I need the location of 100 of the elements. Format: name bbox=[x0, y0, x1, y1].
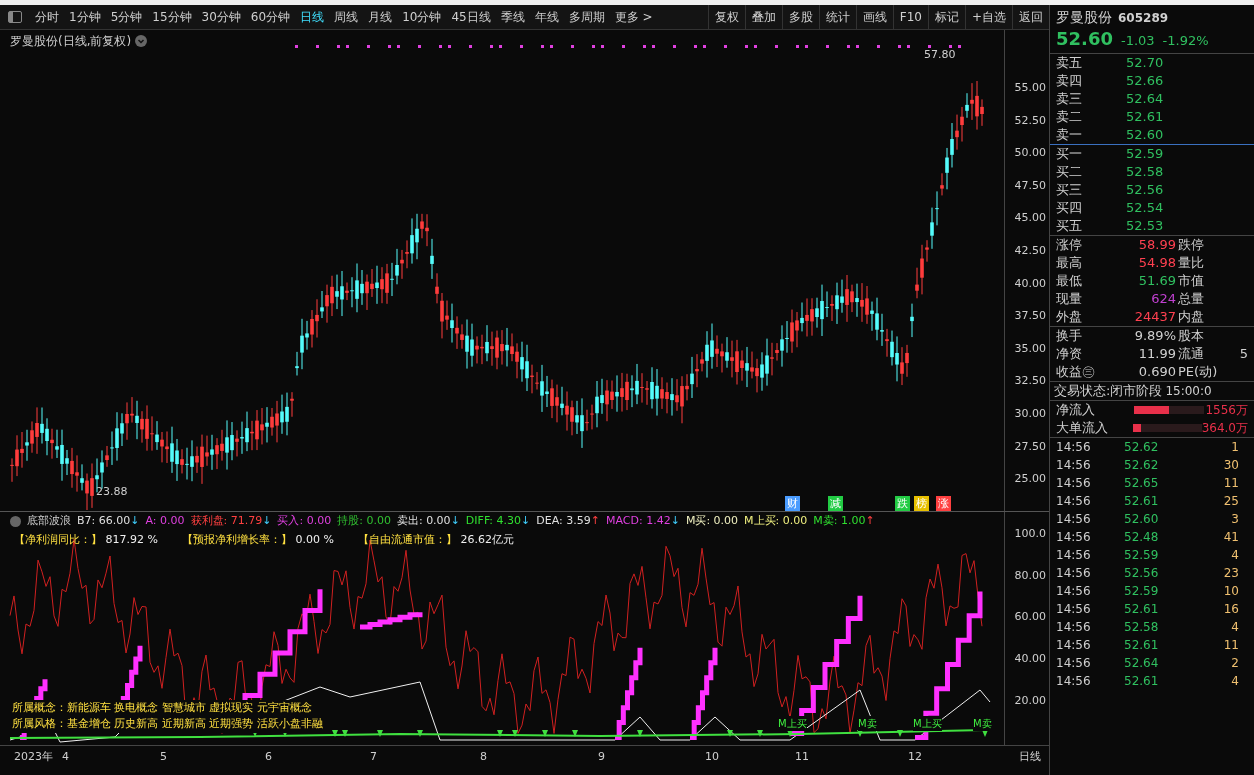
trade-time: 14:56 bbox=[1056, 601, 1092, 618]
trade-volume: 1 bbox=[1230, 439, 1239, 456]
period-tab[interactable]: 季线 bbox=[495, 8, 530, 26]
price-axis-label: 45.00 bbox=[1014, 210, 1046, 226]
indicator-axis-label: 60.00 bbox=[1014, 609, 1046, 625]
toolbar-button[interactable]: 标记 bbox=[927, 4, 965, 30]
trade-price: 52.61 bbox=[1124, 637, 1160, 654]
trade-time: 14:56 bbox=[1056, 475, 1092, 492]
order-price: 52.53 bbox=[1126, 217, 1164, 235]
flow-value: 1556万 bbox=[1205, 402, 1248, 419]
trade-price: 52.64 bbox=[1124, 655, 1160, 672]
price-axis-label: 50.00 bbox=[1014, 145, 1046, 161]
date-axis-label: 2023年 bbox=[14, 749, 53, 765]
trade-price: 52.62 bbox=[1124, 439, 1160, 456]
stat-label: 现量 bbox=[1056, 290, 1083, 308]
period-tab[interactable]: 10分钟 bbox=[397, 8, 447, 26]
trade-time: 14:56 bbox=[1056, 655, 1092, 672]
signal-label: M卖 bbox=[858, 716, 877, 731]
trade-price: 52.56 bbox=[1124, 565, 1160, 582]
status-label: 交易状态: bbox=[1054, 382, 1111, 400]
trade-volume: 4 bbox=[1230, 547, 1239, 564]
trade-volume: 41 bbox=[1222, 529, 1239, 546]
order-level: 卖四 bbox=[1056, 72, 1083, 90]
period-tab[interactable]: 分时 bbox=[30, 8, 64, 26]
status-value: 闭市阶段 bbox=[1110, 382, 1163, 400]
concept-tags: 所属概念：新能源车 换电概念 智慧城市 虚拟现实 元宇宙概念 bbox=[12, 700, 312, 717]
panel-toggle-icon[interactable] bbox=[8, 11, 22, 23]
indicator-value: B7: 66.00↓ bbox=[77, 513, 140, 529]
price-change: -1.03 bbox=[1120, 32, 1155, 50]
order-level: 卖五 bbox=[1056, 54, 1083, 72]
stat-value: 5 bbox=[1239, 345, 1248, 363]
date-axis-label: 11 bbox=[795, 749, 809, 765]
trade-volume: 25 bbox=[1222, 493, 1239, 510]
toolbar-button[interactable]: 画线 bbox=[855, 4, 893, 30]
stat-value: 54.98 bbox=[1137, 254, 1176, 272]
toolbar-button[interactable]: F10 bbox=[892, 4, 928, 30]
down-arrow-icon bbox=[727, 730, 733, 737]
period-tab[interactable]: 多周期 bbox=[563, 8, 610, 26]
price-axis-label: 30.00 bbox=[1014, 406, 1046, 422]
price-axis-label: 47.50 bbox=[1014, 178, 1046, 194]
stat-label: 净资 bbox=[1056, 345, 1083, 363]
last-price: 52.60 bbox=[1056, 27, 1113, 51]
indicator-axis-label: 40.00 bbox=[1014, 651, 1046, 667]
stat-label: 最高 bbox=[1056, 254, 1083, 272]
order-level: 买三 bbox=[1056, 181, 1083, 199]
period-tab[interactable]: 45日线 bbox=[446, 8, 496, 26]
trade-time: 14:56 bbox=[1056, 511, 1092, 528]
chevron-icon[interactable] bbox=[135, 35, 148, 47]
toolbar-button[interactable]: +自选 bbox=[964, 4, 1012, 30]
order-level: 买四 bbox=[1056, 199, 1083, 217]
indicator-name: 底部波浪 bbox=[27, 513, 71, 529]
indicator-value: DEA: 3.59↑ bbox=[536, 513, 600, 529]
toolbar-button[interactable]: 多股 bbox=[781, 4, 819, 30]
percent-change: -1.92% bbox=[1162, 32, 1209, 50]
trade-price: 52.65 bbox=[1124, 475, 1160, 492]
order-price: 52.64 bbox=[1126, 90, 1164, 108]
toolbar-button[interactable]: 叠加 bbox=[744, 4, 782, 30]
date-axis-label: 12 bbox=[908, 749, 922, 765]
date-axis-label: 5 bbox=[160, 749, 167, 765]
price-axis-label: 27.50 bbox=[1014, 439, 1046, 455]
period-tab[interactable]: 60分钟 bbox=[245, 8, 296, 26]
price-axis-label: 52.50 bbox=[1014, 113, 1046, 129]
order-price: 52.54 bbox=[1126, 199, 1164, 217]
flow-value: 364.0万 bbox=[1201, 420, 1248, 437]
period-tab[interactable]: 周线 bbox=[329, 8, 364, 26]
toolbar-button[interactable]: 复权 bbox=[707, 4, 745, 30]
period-tab[interactable]: 30分钟 bbox=[196, 8, 246, 26]
period-tab[interactable]: 1分钟 bbox=[64, 8, 106, 26]
price-axis-label: 55.00 bbox=[1014, 80, 1046, 96]
indicator-value: M上买: 0.00 bbox=[744, 513, 808, 529]
period-tab[interactable]: 15分钟 bbox=[147, 8, 197, 26]
stock-name: 罗曼股份 bbox=[1056, 8, 1112, 26]
trade-price: 52.61 bbox=[1124, 493, 1160, 510]
period-tab[interactable]: 5分钟 bbox=[105, 8, 148, 26]
collapse-icon[interactable] bbox=[10, 515, 21, 527]
period-tab[interactable]: 月线 bbox=[363, 8, 398, 26]
stat-label: 跌停 bbox=[1178, 236, 1204, 254]
trade-volume: 3 bbox=[1230, 511, 1239, 528]
order-price: 52.59 bbox=[1126, 145, 1164, 163]
order-price: 52.66 bbox=[1126, 72, 1164, 90]
down-arrow-icon bbox=[637, 730, 643, 737]
toolbar-button[interactable]: 统计 bbox=[818, 4, 856, 30]
down-arrow-icon bbox=[542, 730, 548, 737]
trade-time: 14:56 bbox=[1056, 619, 1092, 636]
date-axis-label: 6 bbox=[265, 749, 272, 765]
more-button[interactable]: 更多 > bbox=[609, 8, 658, 26]
trade-volume: 10 bbox=[1222, 583, 1239, 600]
indicator-axis-label: 100.0 bbox=[1014, 526, 1046, 542]
indicator-value: M买: 0.00 bbox=[685, 513, 739, 529]
toolbar-button[interactable]: 返回 bbox=[1012, 4, 1049, 30]
date-axis-label: 4 bbox=[62, 749, 69, 765]
period-tab[interactable]: 年线 bbox=[529, 8, 564, 26]
stat-value: 58.99 bbox=[1137, 236, 1176, 254]
down-arrow-icon bbox=[512, 730, 518, 737]
period-tab[interactable]: 日线 bbox=[295, 8, 330, 26]
stat-value: 624 bbox=[1150, 290, 1176, 308]
trade-price: 52.59 bbox=[1124, 583, 1160, 600]
trade-price: 52.48 bbox=[1124, 529, 1160, 546]
indicator-value: 持股: 0.00 bbox=[337, 513, 391, 529]
stat-value: 9.89% bbox=[1133, 327, 1176, 345]
